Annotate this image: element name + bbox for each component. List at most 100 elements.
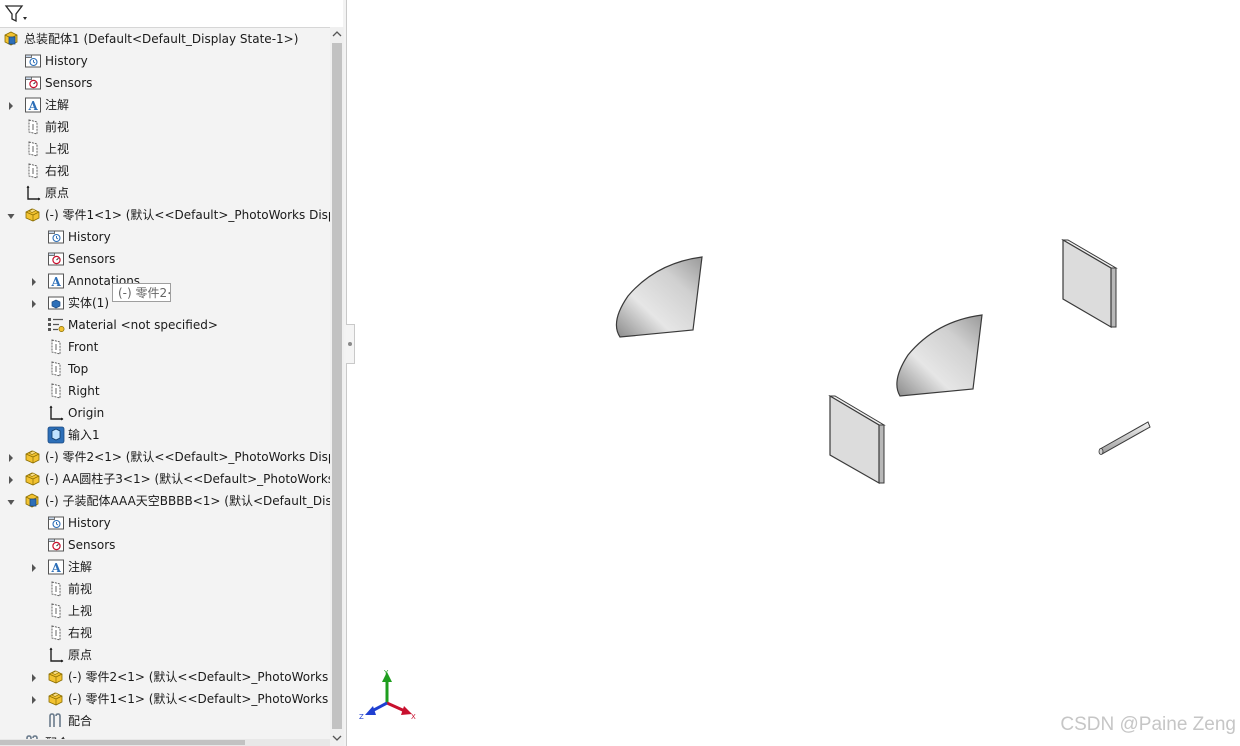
tree-item[interactable]: 配合 xyxy=(0,732,330,739)
tree-item-label: (-) 子装配体AAA天空BBBB<1> (默认<Default_Disp xyxy=(45,494,330,508)
tree-item[interactable]: Top xyxy=(0,358,330,380)
collapse-arrow-icon[interactable] xyxy=(7,496,15,506)
tree-item[interactable]: A 注解 xyxy=(0,556,330,578)
horizontal-scroll-thumb[interactable] xyxy=(0,740,245,745)
mate-icon xyxy=(47,712,65,730)
tree-item[interactable]: Origin xyxy=(0,402,330,424)
tree-item-label: 右视 xyxy=(45,164,70,178)
tree-item[interactable]: History xyxy=(0,512,330,534)
svg-text:A: A xyxy=(51,561,62,575)
assembly-icon xyxy=(24,492,42,510)
tree-item[interactable]: (-) 零件1<1> (默认<<Default>_PhotoWorks Disp xyxy=(0,204,330,226)
collapse-arrow-icon[interactable] xyxy=(7,210,15,220)
tree-item[interactable]: History xyxy=(0,226,330,248)
reference-triad: Y X Z xyxy=(359,669,416,721)
cylinder-rod-part[interactable] xyxy=(1098,421,1151,455)
scroll-up-arrow[interactable] xyxy=(330,27,344,41)
svg-text:A: A xyxy=(51,275,62,289)
tree-item[interactable]: (-) 零件2<1> (默认<<Default>_PhotoWorks D xyxy=(0,666,330,688)
tree-item-label: 实体(1) xyxy=(68,296,109,310)
expand-arrow-icon[interactable] xyxy=(30,694,38,704)
plane-icon xyxy=(47,338,65,356)
tree-item[interactable]: 上视 xyxy=(0,138,330,160)
tree-item-label: Sensors xyxy=(45,76,93,90)
tree-item-label: Material <not specified> xyxy=(68,318,218,332)
tree-item[interactable]: 上视 xyxy=(0,600,330,622)
tree-item[interactable]: A 注解 xyxy=(0,94,330,116)
tree-item-label: History xyxy=(45,54,88,68)
imported-feature-icon xyxy=(47,426,65,444)
tree-item[interactable]: (-) 零件1<1> (默认<<Default>_PhotoWorks D xyxy=(0,688,330,710)
feature-tree: 总装配体1 (Default<Default_Display State-1>)… xyxy=(0,27,330,739)
tree-item[interactable]: 右视 xyxy=(0,622,330,644)
tree-item[interactable]: 原点 xyxy=(0,182,330,204)
cone-part-1[interactable] xyxy=(615,256,703,338)
watermark: CSDN @Paine Zeng xyxy=(1060,714,1236,735)
graphics-viewport[interactable]: Y X Z CSDN @Paine Zeng xyxy=(356,0,1240,746)
tree-item-label: 总装配体1 (Default<Default_Display State-1>) xyxy=(24,32,299,46)
triad-z-label: Z xyxy=(359,713,364,721)
origin-icon xyxy=(47,646,65,664)
tree-item[interactable]: 配合 xyxy=(0,710,330,732)
tree-item[interactable]: Sensors xyxy=(0,534,330,556)
origin-icon xyxy=(47,404,65,422)
filter-icon[interactable] xyxy=(4,4,30,24)
plane-icon xyxy=(24,118,42,136)
tree-item[interactable]: 前视 xyxy=(0,578,330,600)
part-icon xyxy=(24,470,42,488)
cone-part-2[interactable] xyxy=(896,314,983,397)
expand-arrow-icon[interactable] xyxy=(7,452,15,462)
model-scene[interactable]: Y X Z xyxy=(356,0,1240,746)
tree-item[interactable]: 前视 xyxy=(0,116,330,138)
tree-item-label: (-) 零件2<1> (默认<<Default>_PhotoWorks Disp xyxy=(45,450,330,464)
filter-toolbar xyxy=(0,0,343,28)
tree-item-label: Sensors xyxy=(68,252,116,266)
tree-item-label: 上视 xyxy=(45,142,70,156)
tree-item-label: (-) 零件1<1> (默认<<Default>_PhotoWorks D xyxy=(68,692,330,706)
plane-icon xyxy=(24,162,42,180)
tree-item[interactable]: Material <not specified> xyxy=(0,314,330,336)
tree-item[interactable]: (-) 零件2<1> (默认<<Default>_PhotoWorks Disp xyxy=(0,446,330,468)
tree-item-label: 前视 xyxy=(45,120,70,134)
tree-item-label: Top xyxy=(68,362,89,376)
tree-item[interactable]: Front xyxy=(0,336,330,358)
plane-icon xyxy=(47,602,65,620)
plate-part-1[interactable] xyxy=(1061,238,1118,329)
tree-item[interactable]: 总装配体1 (Default<Default_Display State-1>) xyxy=(0,28,330,50)
history-folder-icon xyxy=(47,228,65,246)
tree-item[interactable]: 右视 xyxy=(0,160,330,182)
vertical-scroll-thumb[interactable] xyxy=(332,43,342,729)
triad-x-label: X xyxy=(411,713,416,721)
tree-item[interactable]: Right xyxy=(0,380,330,402)
tree-item[interactable]: Sensors xyxy=(0,72,330,94)
sensor-folder-icon xyxy=(47,536,65,554)
expand-arrow-icon[interactable] xyxy=(30,672,38,682)
annotation-folder-icon: A xyxy=(47,558,65,576)
expand-arrow-icon[interactable] xyxy=(30,276,38,286)
scroll-down-arrow[interactable] xyxy=(330,731,344,745)
tree-item[interactable]: (-) 子装配体AAA天空BBBB<1> (默认<Default_Disp xyxy=(0,490,330,512)
history-folder-icon xyxy=(24,52,42,70)
vertical-scrollbar[interactable] xyxy=(330,27,344,746)
expand-arrow-icon[interactable] xyxy=(30,298,38,308)
history-folder-icon xyxy=(47,514,65,532)
horizontal-scrollbar[interactable] xyxy=(0,739,330,746)
expand-arrow-icon[interactable] xyxy=(30,562,38,572)
svg-text:A: A xyxy=(28,99,39,113)
tree-item[interactable]: Sensors xyxy=(0,248,330,270)
tree-item[interactable]: History xyxy=(0,50,330,72)
plate-part-2[interactable] xyxy=(828,394,886,485)
feature-manager-panel: 总装配体1 (Default<Default_Display State-1>)… xyxy=(0,0,347,746)
tree-item-label: (-) 零件1<1> (默认<<Default>_PhotoWorks Disp xyxy=(45,208,330,222)
panel-splitter-handle[interactable] xyxy=(346,324,355,364)
tree-item-label: 前视 xyxy=(68,582,93,596)
plane-icon xyxy=(47,360,65,378)
expand-arrow-icon[interactable] xyxy=(7,474,15,484)
triad-z-arrow xyxy=(365,706,376,715)
tree-item[interactable]: 输入1 xyxy=(0,424,330,446)
expand-arrow-icon[interactable] xyxy=(7,100,15,110)
tree-item-label: 注解 xyxy=(68,560,93,574)
plane-icon xyxy=(47,382,65,400)
tree-item[interactable]: (-) AA圆柱子3<1> (默认<<Default>_PhotoWorks xyxy=(0,468,330,490)
tree-item[interactable]: 原点 xyxy=(0,644,330,666)
